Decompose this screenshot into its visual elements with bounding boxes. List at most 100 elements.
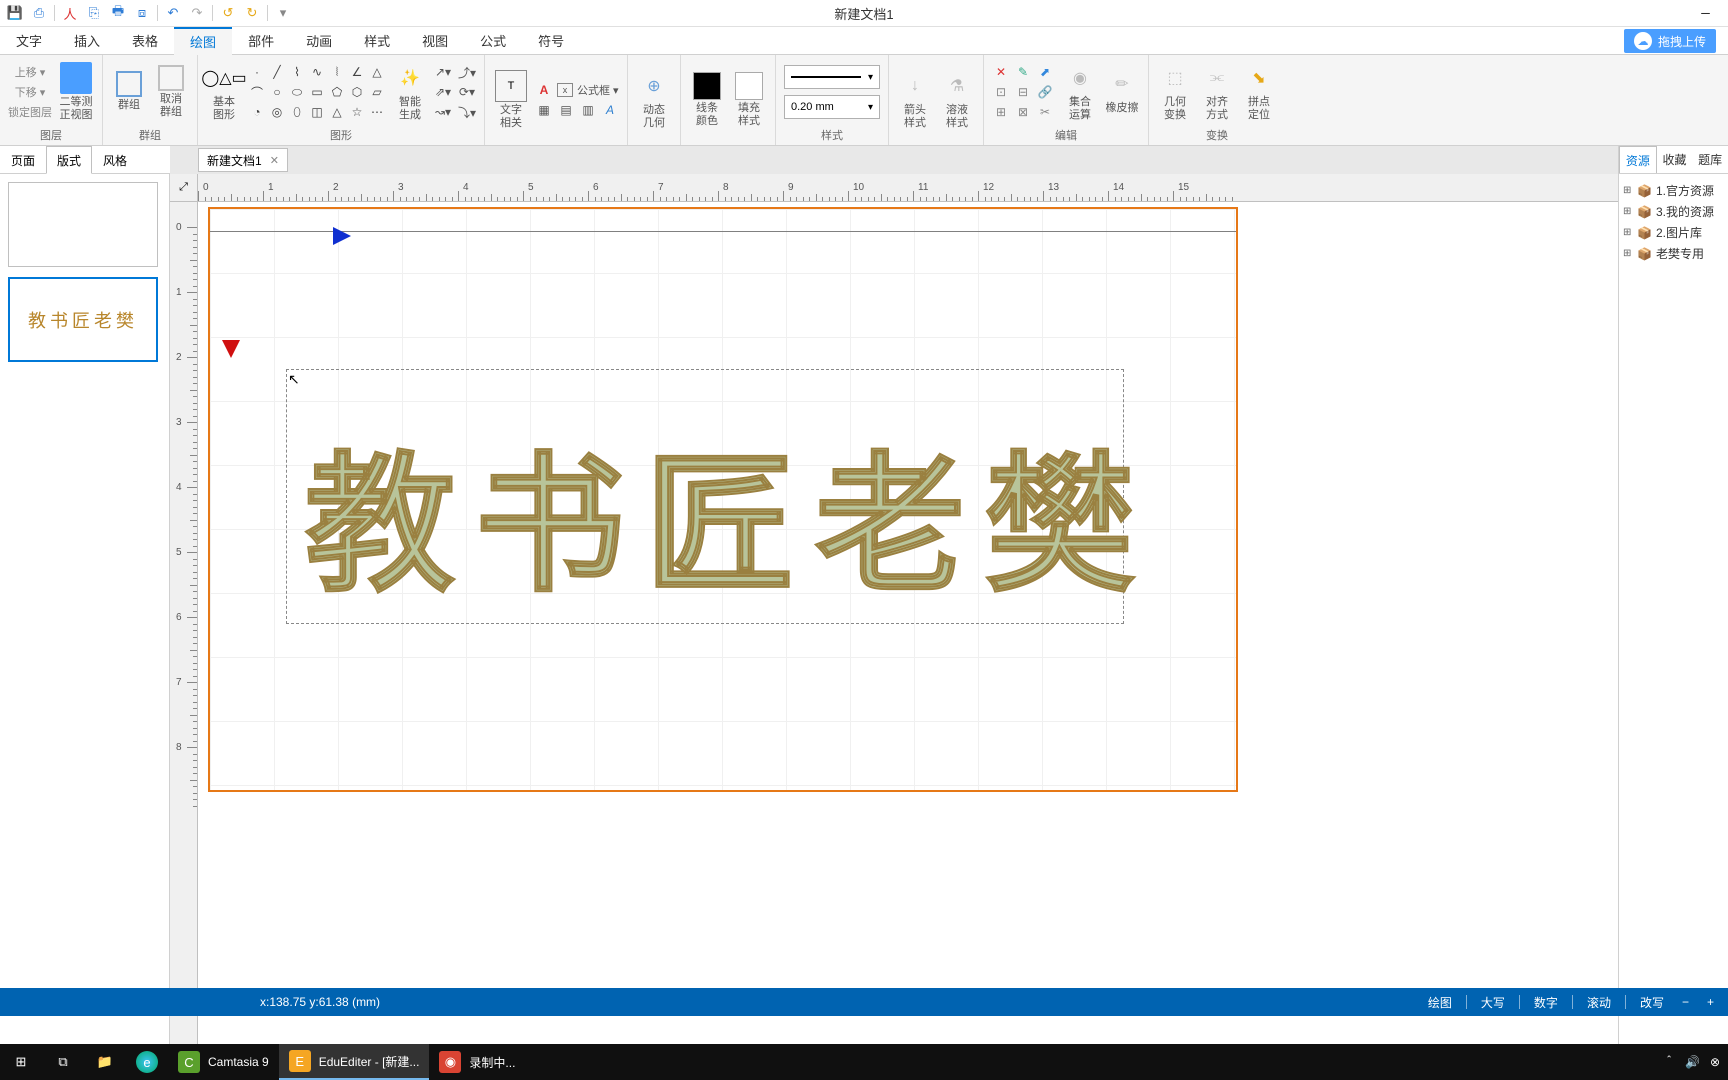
line-width-dropdown[interactable]: 0.20 mm▾ — [784, 95, 880, 119]
lefttab-style[interactable]: 风格 — [92, 146, 138, 174]
shape-rect[interactable]: ▭ — [308, 83, 326, 101]
screenshot-icon[interactable]: ⧈ — [133, 4, 151, 22]
text-a-button[interactable]: A — [535, 81, 553, 99]
explorer-button[interactable]: 📁 — [84, 1044, 126, 1080]
menu-view[interactable]: 视图 — [406, 27, 464, 55]
shape-line[interactable]: ╱ — [268, 63, 286, 81]
menu-animation[interactable]: 动画 — [290, 27, 348, 55]
group-button[interactable]: 群组 — [111, 71, 147, 112]
snap-button[interactable]: ⬊ 拼点 定位 — [1241, 62, 1277, 122]
status-num[interactable]: 数字 — [1530, 994, 1562, 1011]
lock-layer-button[interactable]: 锁定图层 — [8, 103, 52, 121]
rotate-right-icon[interactable]: ↻ — [243, 4, 261, 22]
basic-shapes-button[interactable]: ◯△▭ 基本 图形 — [206, 62, 242, 122]
minimize-button[interactable]: ─ — [1683, 0, 1728, 27]
arrow-style-6[interactable]: ⤵▾ — [458, 103, 476, 121]
shape-cone[interactable]: △ — [328, 103, 346, 121]
expand-icon[interactable]: ⊞ — [1623, 248, 1633, 259]
volume-icon[interactable]: 🔊 — [1685, 1055, 1700, 1069]
edit-icon-4[interactable]: ⊡ — [992, 83, 1010, 101]
ruler-horizontal[interactable]: 0123456789101112131415 — [198, 174, 1618, 202]
shape-cylinder[interactable]: ⬯ — [288, 103, 306, 121]
canvas-page[interactable]: 教书匠老樊 ↖ — [208, 207, 1238, 792]
text-box-button[interactable]: x — [557, 83, 573, 97]
edit-icon-7[interactable]: ⊞ — [992, 103, 1010, 121]
ungroup-button[interactable]: 取消 群组 — [153, 65, 189, 119]
tray-close-icon[interactable]: ⊗ — [1710, 1055, 1720, 1069]
tree-item[interactable]: ⊞📦2.图片库 — [1623, 222, 1724, 243]
shape-sector[interactable]: ◔ — [248, 103, 266, 121]
shape-more[interactable]: ⋯ — [368, 103, 386, 121]
shape-dot[interactable]: · — [248, 63, 266, 81]
menu-component[interactable]: 部件 — [232, 27, 290, 55]
align-button[interactable]: ⫘ 对齐 方式 — [1199, 62, 1235, 122]
shape-cube[interactable]: ◫ — [308, 103, 326, 121]
menu-formula[interactable]: 公式 — [464, 27, 522, 55]
arrow-style-3[interactable]: ↝▾ — [434, 103, 452, 121]
status-draw[interactable]: 绘图 — [1424, 994, 1456, 1011]
arrow-style-4[interactable]: ⤴▾ — [458, 63, 476, 81]
align-4[interactable]: A — [601, 101, 619, 119]
more-icon[interactable]: ▾ — [274, 4, 292, 22]
shape-pentagon[interactable]: ⬠ — [328, 83, 346, 101]
isometric-view-button[interactable]: 二等测 正视图 — [58, 62, 94, 122]
edge-button[interactable]: e — [126, 1044, 168, 1080]
play-marker-icon[interactable] — [333, 227, 351, 245]
expand-icon[interactable]: ⊞ — [1623, 185, 1633, 196]
lefttab-page[interactable]: 页面 — [0, 146, 46, 174]
rotate-left-icon[interactable]: ↺ — [219, 4, 237, 22]
status-overwrite[interactable]: 改写 — [1636, 994, 1668, 1011]
shape-angle[interactable]: ∠ — [348, 63, 366, 81]
fill-style-button[interactable]: 填充 样式 — [731, 72, 767, 128]
menu-symbol[interactable]: 符号 — [522, 27, 580, 55]
red-marker-icon[interactable] — [222, 340, 240, 358]
camtasia-button[interactable]: CCamtasia 9 — [168, 1044, 279, 1080]
close-icon[interactable]: ✕ — [270, 154, 279, 167]
geo-transform-button[interactable]: ⬚ 几何 变换 — [1157, 62, 1193, 122]
tray-up-icon[interactable]: ＾ — [1663, 1054, 1675, 1071]
canvas-text[interactable]: 教书匠老樊 — [305, 404, 1155, 621]
shape-ellipse[interactable]: ⬭ — [288, 83, 306, 101]
recording-button[interactable]: ◉录制中... — [429, 1044, 525, 1080]
solution-style-button[interactable]: ⚗ 溶液 样式 — [939, 70, 975, 130]
copy-icon[interactable]: ⎘ — [85, 4, 103, 22]
zoom-in-button[interactable]: + — [1703, 995, 1718, 1009]
redo-icon[interactable]: ↷ — [188, 4, 206, 22]
shape-hexagon[interactable]: ⬡ — [348, 83, 366, 101]
line-color-button[interactable]: 线条 颜色 — [689, 72, 725, 128]
shape-arc[interactable]: ⌒ — [248, 83, 266, 101]
rp-tab-resources[interactable]: 资源 — [1619, 146, 1657, 173]
menu-insert[interactable]: 插入 — [58, 27, 116, 55]
menu-draw[interactable]: 绘图 — [174, 27, 232, 55]
save-multi-icon[interactable]: ⎙ — [30, 4, 48, 22]
print-icon[interactable]: 🖶 — [109, 4, 127, 22]
menu-text[interactable]: 文字 — [0, 27, 58, 55]
zoom-out-button[interactable]: − — [1678, 995, 1693, 1009]
status-caps[interactable]: 大写 — [1477, 994, 1509, 1011]
shape-star[interactable]: ☆ — [348, 103, 366, 121]
shape-circle[interactable]: ○ — [268, 83, 286, 101]
align-2[interactable]: ▤ — [557, 101, 575, 119]
ruler-corner[interactable]: ⤢ — [170, 174, 198, 202]
edit-icon-8[interactable]: ⊠ — [1014, 103, 1032, 121]
menu-style[interactable]: 样式 — [348, 27, 406, 55]
edit-icon-5[interactable]: ⊟ — [1014, 83, 1032, 101]
eraser-button[interactable]: ✏ 橡皮擦 — [1104, 68, 1140, 115]
align-3[interactable]: ▥ — [579, 101, 597, 119]
save-icon[interactable]: 💾 — [6, 4, 24, 22]
tree-item[interactable]: ⊞📦老樊专用 — [1623, 243, 1724, 264]
rp-tab-question[interactable]: 题库 — [1692, 146, 1728, 173]
line-style-dropdown[interactable]: ▾ — [784, 65, 880, 89]
slide-thumb-1[interactable] — [8, 182, 158, 267]
expand-icon[interactable]: ⊞ — [1623, 206, 1633, 217]
arrow-style-1[interactable]: ↗▾ — [434, 63, 452, 81]
start-button[interactable]: ⊞ — [0, 1044, 42, 1080]
shape-ring[interactable]: ◎ — [268, 103, 286, 121]
tree-item[interactable]: ⊞📦1.官方资源 — [1623, 180, 1724, 201]
ruler-vertical[interactable]: 012345678 — [170, 202, 198, 1044]
edit-icon-2[interactable]: ✎ — [1014, 63, 1032, 81]
smart-generate-button[interactable]: ✨ 智能 生成 — [392, 62, 428, 122]
shape-curve[interactable]: ⌇ — [288, 63, 306, 81]
dynamic-geometry-button[interactable]: ⊕ 动态 几何 — [636, 70, 672, 130]
edit-icon-9[interactable]: ✂ — [1036, 103, 1054, 121]
